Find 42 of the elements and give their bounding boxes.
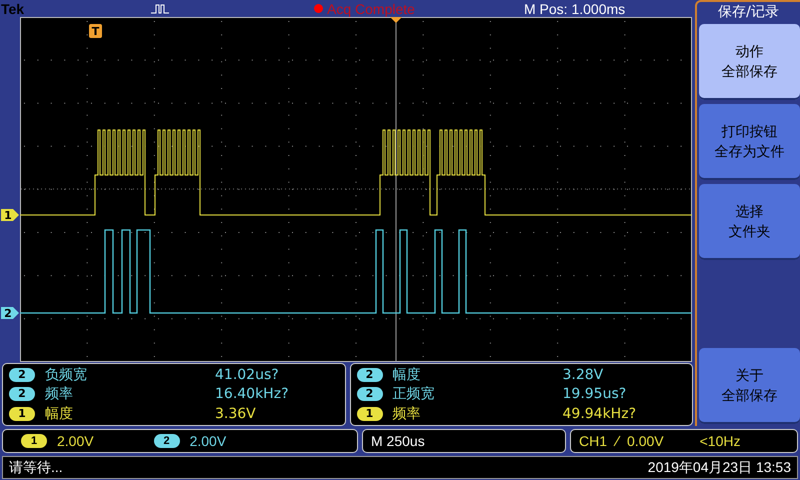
measurement-name: 幅度 [45, 405, 74, 424]
trigger-position-marker: T [89, 24, 102, 38]
measurement-name: 频率 [392, 405, 422, 424]
measurement-value: 16.40kHz? [215, 386, 288, 402]
date-time: 2019年04月23日 13:53 [648, 458, 791, 476]
channel-badge: 2 [356, 368, 382, 382]
pulse-icon [151, 4, 169, 14]
position-readout: M Pos: 1.000ms [524, 0, 626, 16]
measurement-name: 负频宽 [45, 366, 88, 384]
status-dot-icon [314, 4, 323, 13]
channel-badge: 2 [154, 434, 180, 448]
trigger-level: 0.00V [627, 433, 664, 449]
trigger-source: CH1 [579, 433, 608, 449]
channel-badge: 2 [9, 387, 35, 402]
channel-badge: 2 [9, 368, 35, 382]
brand-label: Tek [1, 0, 26, 16]
measurement-name: 频率 [45, 385, 74, 404]
menu-button[interactable]: 打印按钮 全存为文件 [699, 104, 800, 180]
channel-badge: 1 [9, 407, 35, 422]
measurement-name: 幅度 [392, 366, 422, 384]
channel-marker[interactable]: 1 [1, 209, 19, 222]
measurement-name: 正频宽 [392, 385, 436, 404]
channel-marker[interactable]: 2 [1, 307, 19, 320]
channel-badge: 1 [356, 407, 382, 422]
menu-button[interactable]: 选择 文件夹 [699, 184, 800, 260]
status-message: 请等待... [9, 458, 63, 476]
menu-title: 保存/记录 [717, 3, 780, 20]
measurement-value: 41.02us? [215, 366, 279, 383]
measurement-value: 19.95us? [562, 386, 626, 402]
volts-per-division: 2.00V [190, 433, 226, 449]
channel-badge: 2 [356, 387, 382, 402]
rising-edge-icon [613, 435, 622, 447]
trigger-frequency: <10Hz [700, 433, 740, 449]
measurement-value: 3.28V [562, 366, 604, 383]
channel-badge: 1 [21, 434, 47, 448]
measurement-value: 49.94kHz? [562, 406, 636, 422]
measurement-value: 3.36V [215, 406, 256, 422]
timebase-readout: M 250us [371, 433, 425, 449]
volts-per-division: 2.00V [57, 433, 94, 449]
menu-button[interactable]: 动作 全部保存 [699, 24, 800, 100]
acquisition-status: Acq Complete [327, 0, 415, 16]
menu-button[interactable]: 关于 全部保存 [699, 348, 800, 424]
